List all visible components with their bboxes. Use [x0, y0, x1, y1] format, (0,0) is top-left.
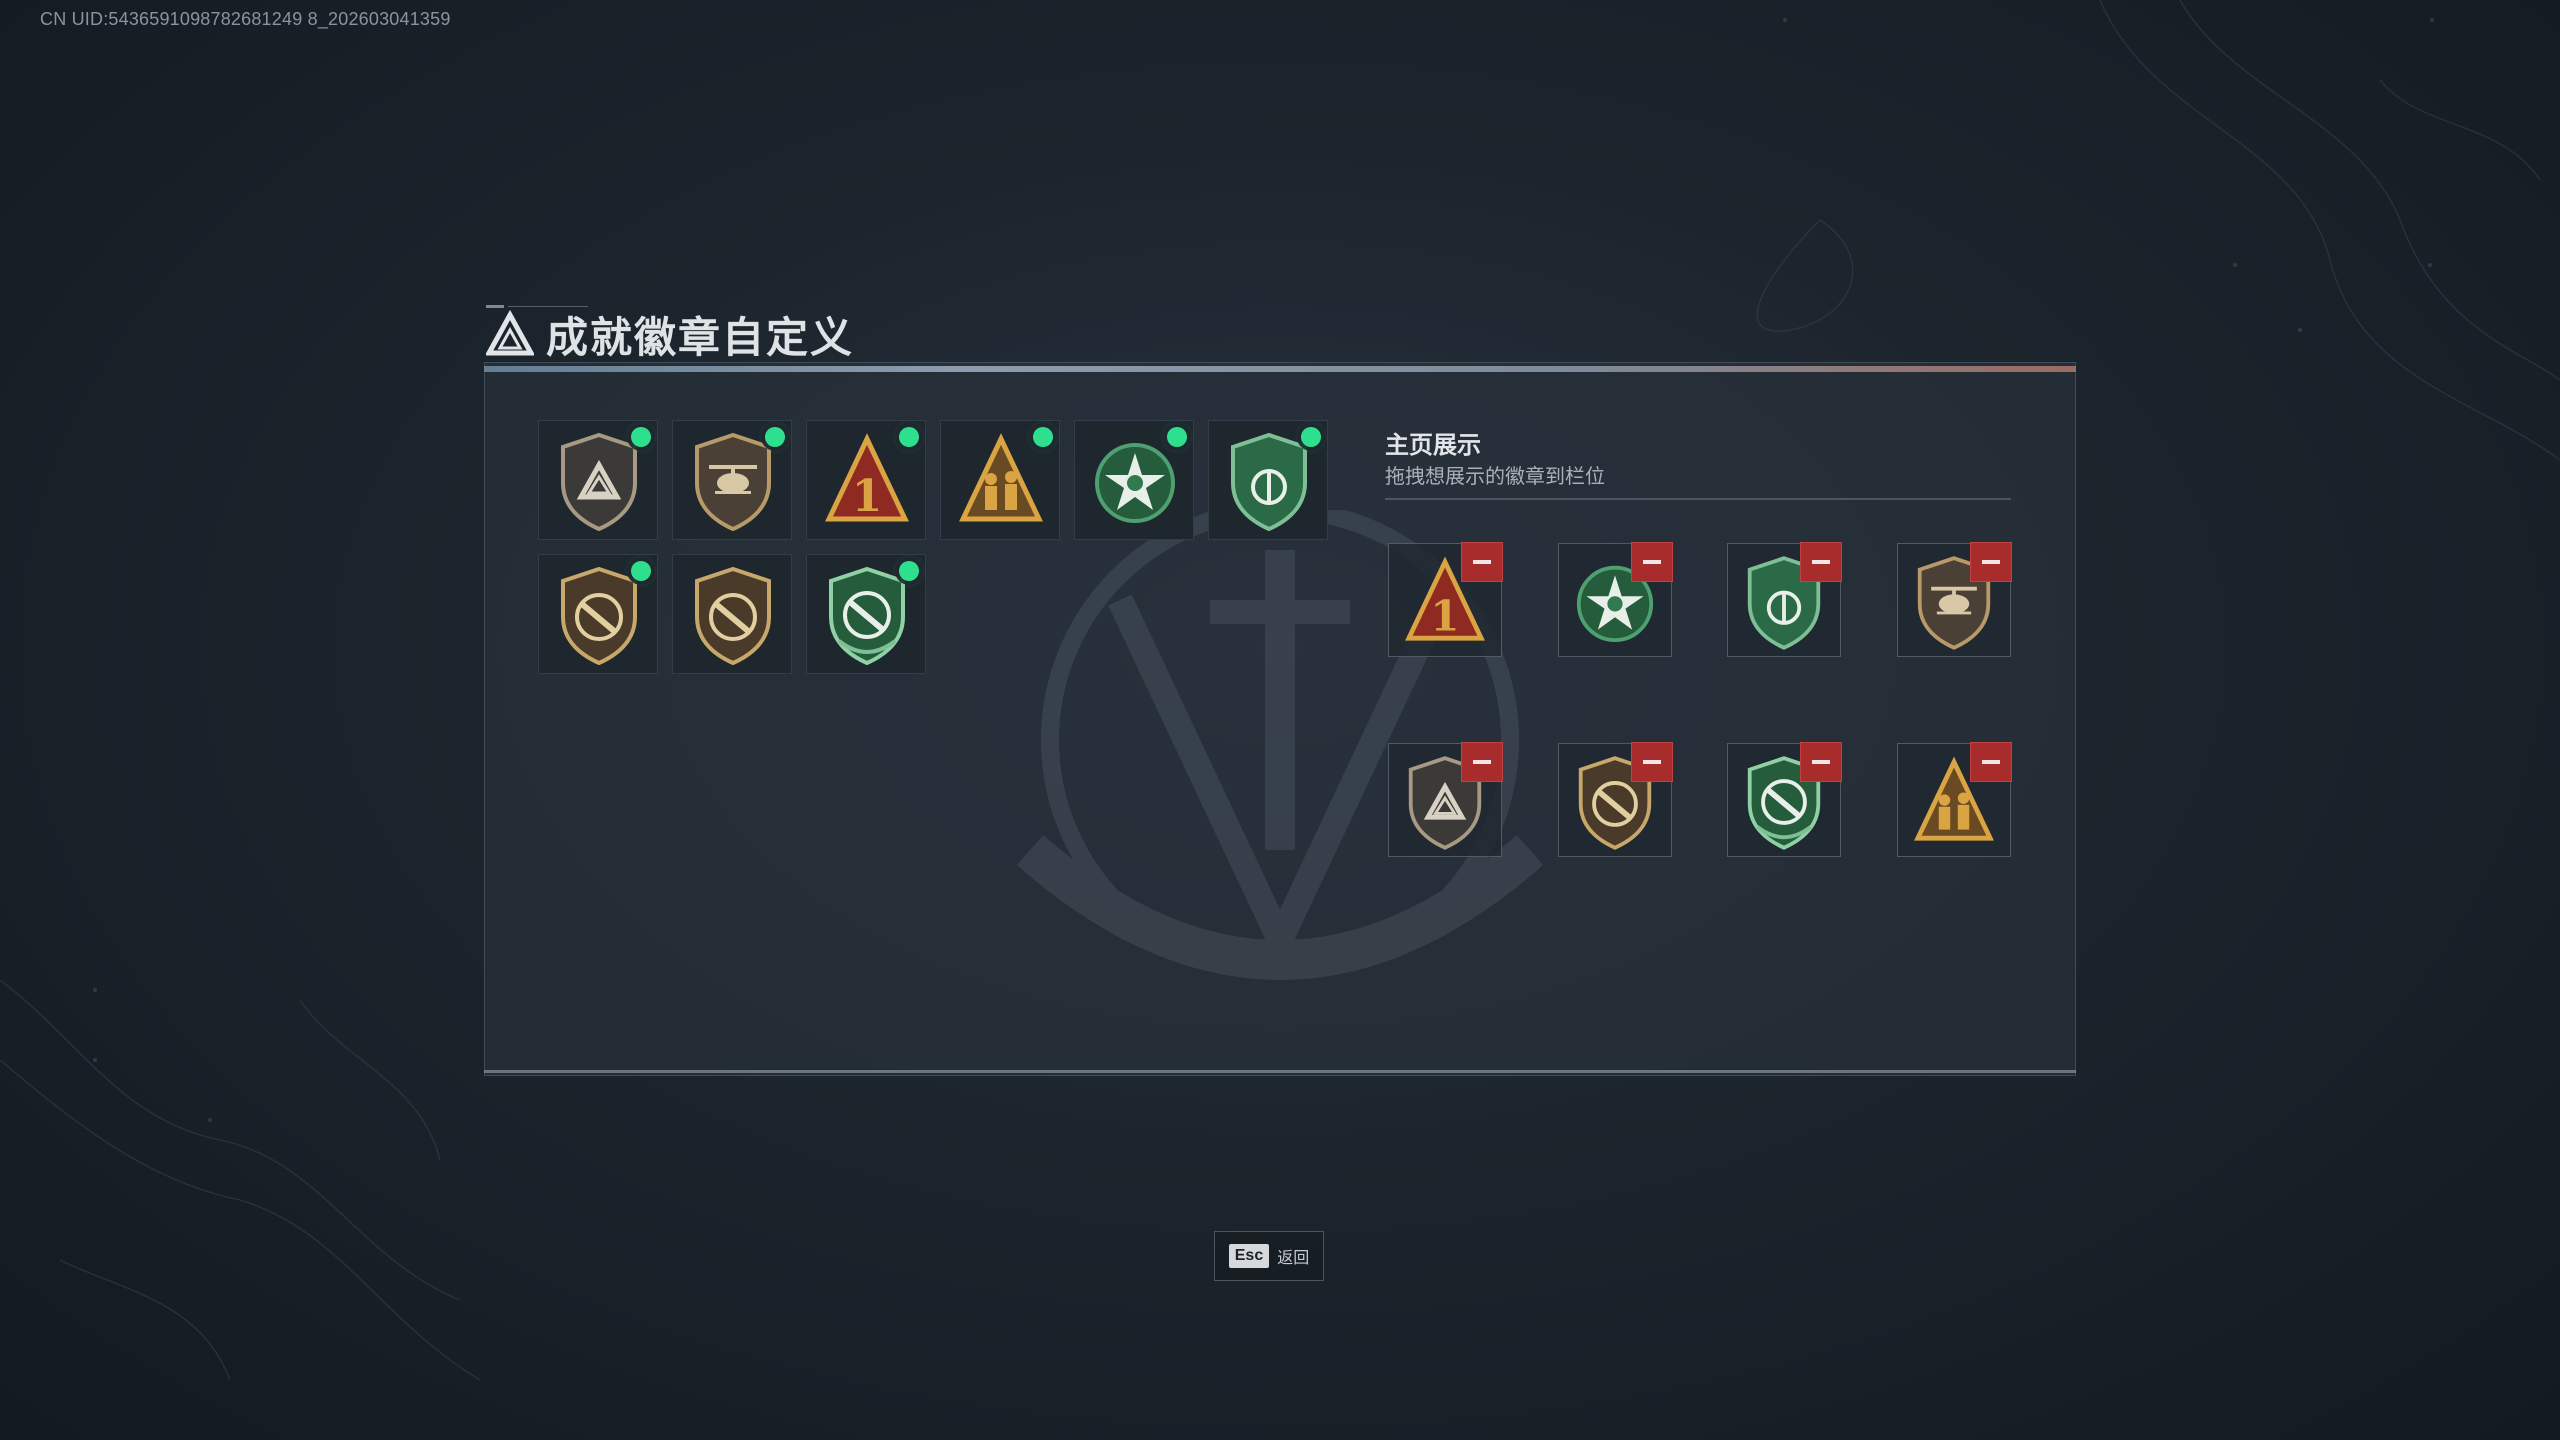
owned-badge-slot[interactable]: [672, 420, 792, 540]
owned-badge-slot[interactable]: [940, 420, 1060, 540]
remove-badge-button[interactable]: [1461, 542, 1503, 582]
new-indicator-dot: [899, 427, 919, 447]
display-badge-slot[interactable]: [1727, 742, 1842, 857]
triangle-soldiers-badge-icon: [959, 433, 1043, 522]
owned-badge-slot[interactable]: [1074, 420, 1194, 540]
svg-text:1: 1: [852, 471, 883, 522]
shield-triangle-badge-icon: [561, 432, 637, 531]
owned-badge-slot[interactable]: [538, 554, 658, 674]
remove-badge-button[interactable]: [1461, 742, 1503, 782]
remove-badge-button[interactable]: [1969, 742, 2012, 782]
remove-badge-button[interactable]: [1800, 742, 1842, 782]
new-indicator-dot: [631, 427, 651, 447]
owned-badge-slot[interactable]: [538, 420, 658, 540]
back-label: 返回: [1277, 1250, 1310, 1267]
page-title: 成就徽章自定义: [546, 313, 855, 361]
panel-top-accent-line: [484, 366, 2076, 372]
new-indicator-dot: [899, 561, 919, 581]
new-indicator-dot: [1033, 427, 1053, 447]
display-badge-slot[interactable]: 1: [1388, 542, 1503, 657]
esc-key-icon: Esc: [1228, 1244, 1270, 1268]
back-button[interactable]: Esc 返回: [1214, 1231, 1324, 1281]
green-shield-rifle-badge-icon: [829, 566, 905, 665]
new-indicator-dot: [1301, 427, 1321, 447]
remove-badge-button[interactable]: [1630, 542, 1673, 582]
owned-badge-slot[interactable]: [672, 554, 792, 674]
remove-badge-button[interactable]: [1969, 542, 2012, 582]
svg-text:1: 1: [1430, 592, 1459, 641]
display-badge-slot[interactable]: [1896, 542, 2012, 657]
green-star-wreath-badge-icon: [1095, 443, 1175, 523]
remove-badge-button[interactable]: [1630, 742, 1673, 782]
new-indicator-dot: [631, 561, 651, 581]
display-badge-slot[interactable]: [1557, 742, 1673, 857]
owned-badge-slot[interactable]: 1: [806, 420, 926, 540]
section-divider: [1385, 498, 2011, 500]
owned-badge-slot[interactable]: [806, 554, 926, 674]
new-indicator-dot: [765, 427, 785, 447]
owned-badge-slot[interactable]: [1208, 420, 1328, 540]
shield-rifle-badge-icon: [561, 566, 637, 665]
display-badge-slot[interactable]: [1727, 542, 1842, 657]
delta-logo-icon: [486, 310, 534, 356]
display-badge-slot[interactable]: [1896, 742, 2012, 857]
display-section-subtitle: 拖拽想展示的徽章到栏位: [1385, 466, 1605, 488]
display-section-title: 主页展示: [1385, 432, 1481, 459]
user-uid-text: CN UID:5436591098782681249 8_20260304135…: [40, 9, 451, 29]
shield-rifle-badge-icon: [695, 566, 771, 665]
panel-bottom-line: [484, 1070, 2076, 1073]
shield-helicopter-badge-icon: [695, 432, 771, 531]
remove-badge-button[interactable]: [1800, 542, 1842, 582]
green-shield-emblem-badge-icon: [1231, 432, 1307, 531]
triangle-number-one-badge-icon: 1: [825, 433, 909, 522]
display-badge-slot[interactable]: [1557, 542, 1673, 657]
page-header: 成就徽章自定义: [486, 306, 854, 362]
display-badge-slot[interactable]: [1388, 742, 1503, 857]
new-indicator-dot: [1167, 427, 1187, 447]
